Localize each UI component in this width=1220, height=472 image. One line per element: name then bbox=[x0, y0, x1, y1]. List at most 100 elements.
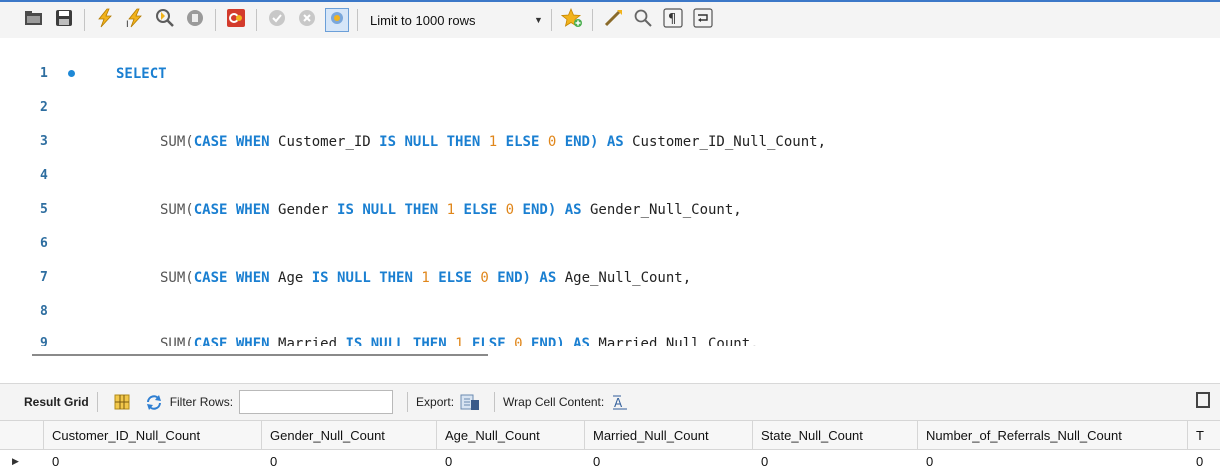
refresh-button[interactable] bbox=[144, 392, 164, 412]
stop-button[interactable] bbox=[183, 8, 207, 32]
code-text: SELECT bbox=[116, 66, 167, 82]
toolbar-separator bbox=[407, 392, 409, 412]
execute-icon bbox=[95, 8, 115, 33]
wrap-lines-button[interactable] bbox=[691, 7, 715, 33]
find-button[interactable] bbox=[631, 8, 655, 32]
folder-open-icon bbox=[24, 9, 44, 32]
grid-view-button[interactable] bbox=[112, 392, 132, 412]
beautify-icon bbox=[603, 8, 623, 33]
toggle-error-button[interactable] bbox=[224, 8, 248, 32]
toggle-side-panel-button[interactable] bbox=[1196, 392, 1210, 408]
open-file-button[interactable] bbox=[22, 8, 46, 32]
row-header-corner bbox=[0, 421, 44, 449]
toolbar-separator bbox=[591, 9, 593, 31]
table-cell[interactable]: 0 bbox=[585, 450, 753, 472]
editor-line: 3 SUM(CASE WHEN Customer_ID IS NULL THEN… bbox=[0, 134, 1220, 156]
sql-editor[interactable]: 1 SELECT 2 3 SUM(CASE WHEN Customer_ID I… bbox=[0, 38, 1220, 346]
explain-icon bbox=[155, 8, 175, 33]
table-cell[interactable]: 0 bbox=[753, 450, 918, 472]
line-number: 7 bbox=[40, 270, 48, 285]
statement-marker-icon bbox=[68, 70, 75, 77]
editor-result-splitter bbox=[0, 346, 1220, 384]
favorite-snippet-icon bbox=[560, 7, 583, 33]
table-cell[interactable]: 0 bbox=[437, 450, 585, 472]
toolbar-separator bbox=[357, 9, 358, 31]
wrap-text-icon: A bbox=[613, 395, 628, 410]
editor-line: 7 SUM(CASE WHEN Age IS NULL THEN 1 ELSE … bbox=[0, 270, 1220, 292]
editor-line: 2 bbox=[0, 100, 1220, 122]
result-toolbar: Result Grid Filter Rows: Export: Wrap Ce… bbox=[0, 384, 1220, 420]
sql-editor-toolbar: I Limit to 1000 rows ▼ ¶ bbox=[0, 2, 1220, 38]
column-header[interactable]: State_Null_Count bbox=[753, 421, 918, 449]
column-header[interactable]: Number_of_Referrals_Null_Count bbox=[918, 421, 1188, 449]
editor-horizontal-scrollbar[interactable] bbox=[32, 354, 488, 356]
wrap-cell-content-button[interactable]: A bbox=[610, 392, 630, 412]
row-pointer-icon: ▶ bbox=[12, 455, 19, 466]
table-row[interactable]: ▶ 0 0 0 0 0 0 0 bbox=[0, 450, 1220, 472]
refresh-icon bbox=[146, 395, 161, 410]
result-grid: Customer_ID_Null_Count Gender_Null_Count… bbox=[0, 420, 1220, 472]
chevron-down-icon: ▼ bbox=[534, 15, 543, 25]
invisible-chars-icon: ¶ bbox=[663, 7, 683, 33]
execute-current-icon: I bbox=[125, 8, 145, 33]
limit-rows-value: Limit to 1000 rows bbox=[370, 12, 476, 28]
editor-line: 8 bbox=[0, 304, 1220, 326]
column-header[interactable]: Customer_ID_Null_Count bbox=[44, 421, 262, 449]
toolbar-separator bbox=[84, 9, 85, 31]
grid-header-row: Customer_ID_Null_Count Gender_Null_Count… bbox=[0, 420, 1220, 450]
table-cell[interactable]: 0 bbox=[262, 450, 437, 472]
svg-text:¶: ¶ bbox=[668, 12, 676, 27]
stop-icon bbox=[185, 8, 205, 33]
save-icon bbox=[55, 9, 73, 32]
toolbar-separator bbox=[256, 9, 257, 31]
execute-current-button[interactable]: I bbox=[123, 8, 147, 32]
line-number: 5 bbox=[40, 202, 48, 217]
toolbar-separator bbox=[215, 9, 216, 31]
limit-rows-select[interactable]: Limit to 1000 rows ▼ bbox=[370, 13, 543, 28]
toggle-error-icon bbox=[226, 8, 246, 33]
toolbar-separator bbox=[550, 9, 552, 31]
editor-line: 9 SUM(CASE WHEN Married IS NULL THEN 1 E… bbox=[0, 336, 1220, 346]
export-button[interactable] bbox=[460, 392, 480, 412]
column-header[interactable]: Gender_Null_Count bbox=[262, 421, 437, 449]
row-indicator: ▶ bbox=[0, 450, 44, 472]
editor-line: 5 SUM(CASE WHEN Gender IS NULL THEN 1 EL… bbox=[0, 202, 1220, 224]
commit-button[interactable] bbox=[265, 8, 289, 32]
line-number: 8 bbox=[40, 304, 48, 319]
line-number: 2 bbox=[40, 100, 48, 115]
editor-line: 1 SELECT bbox=[0, 66, 1220, 88]
autocommit-icon bbox=[328, 9, 346, 32]
wrap-lines-icon bbox=[693, 7, 713, 33]
editor-line: 4 bbox=[0, 168, 1220, 190]
filter-rows-input[interactable] bbox=[239, 390, 394, 414]
add-snippet-button[interactable] bbox=[560, 7, 584, 33]
wrap-cell-content-label: Wrap Cell Content: bbox=[503, 395, 605, 409]
grid-view-icon bbox=[114, 394, 130, 410]
code-text: SUM(CASE WHEN Married IS NULL THEN 1 ELS… bbox=[160, 336, 759, 346]
autocommit-toggle[interactable] bbox=[325, 8, 349, 32]
export-icon bbox=[460, 394, 480, 410]
column-header[interactable]: Age_Null_Count bbox=[437, 421, 585, 449]
line-number: 9 bbox=[40, 336, 48, 346]
explain-button[interactable] bbox=[153, 8, 177, 32]
svg-text:A: A bbox=[614, 396, 623, 410]
invisible-chars-button[interactable]: ¶ bbox=[661, 7, 685, 33]
code-text: SUM(CASE WHEN Age IS NULL THEN 1 ELSE 0 … bbox=[160, 270, 692, 286]
line-number: 4 bbox=[40, 168, 48, 183]
save-button[interactable] bbox=[52, 8, 76, 32]
result-grid-tab[interactable]: Result Grid bbox=[24, 395, 89, 409]
rollback-button[interactable] bbox=[295, 8, 319, 32]
column-header[interactable]: T bbox=[1188, 421, 1220, 449]
commit-icon bbox=[267, 8, 287, 33]
table-cell[interactable]: 0 bbox=[44, 450, 262, 472]
filter-rows-label: Filter Rows: bbox=[169, 395, 234, 409]
rollback-icon bbox=[297, 8, 317, 33]
find-icon bbox=[633, 8, 653, 33]
editor-line: 6 bbox=[0, 236, 1220, 258]
column-header[interactable]: Married_Null_Count bbox=[585, 421, 753, 449]
beautify-button[interactable] bbox=[601, 8, 625, 32]
table-cell[interactable]: 0 bbox=[1188, 450, 1220, 472]
code-text: SUM(CASE WHEN Gender IS NULL THEN 1 ELSE… bbox=[160, 202, 742, 218]
table-cell[interactable]: 0 bbox=[918, 450, 1188, 472]
execute-button[interactable] bbox=[93, 8, 117, 32]
